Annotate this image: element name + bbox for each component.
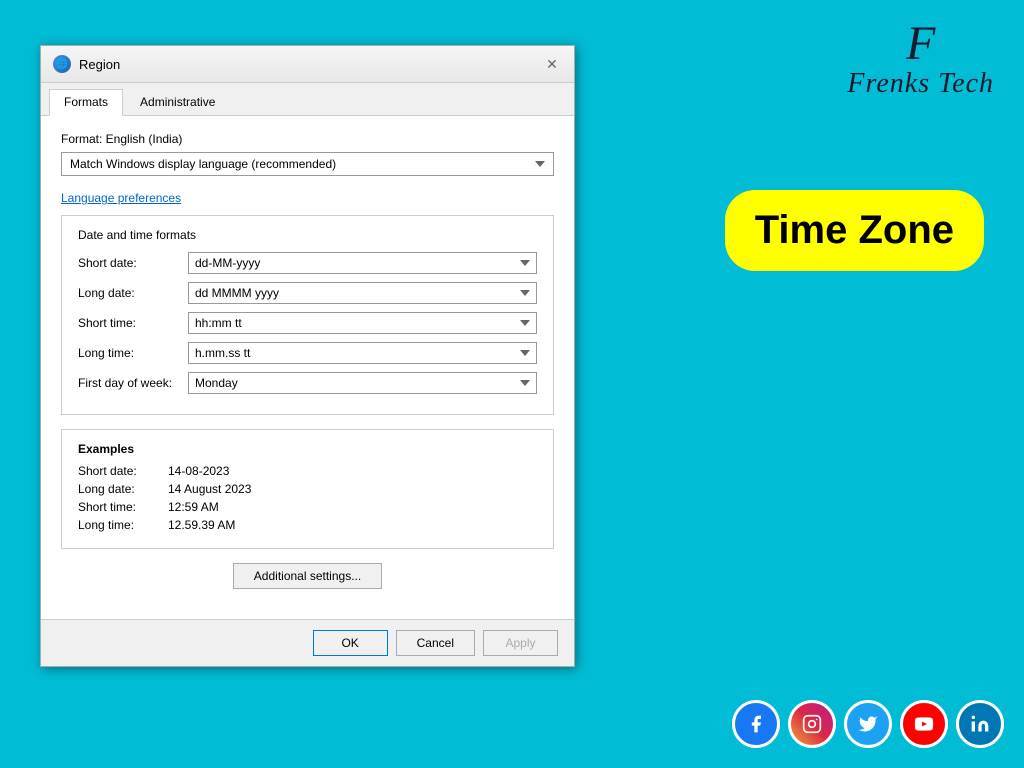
example-long-date: Long date: 14 August 2023 bbox=[78, 482, 537, 496]
examples-section: Examples Short date: 14-08-2023 Long dat… bbox=[61, 429, 554, 549]
additional-settings-button[interactable]: Additional settings... bbox=[233, 563, 382, 589]
long-date-label: Long date: bbox=[78, 286, 188, 300]
cancel-button[interactable]: Cancel bbox=[396, 630, 475, 656]
dialog-icon: 🌐 bbox=[53, 55, 71, 73]
example-short-time-label: Short time: bbox=[78, 500, 168, 514]
title-bar-left: 🌐 Region bbox=[53, 55, 120, 73]
linkedin-icon[interactable] bbox=[956, 700, 1004, 748]
facebook-icon[interactable] bbox=[732, 700, 780, 748]
first-day-dropdown[interactable]: Monday bbox=[188, 372, 537, 394]
title-bar: 🌐 Region ✕ bbox=[41, 46, 574, 83]
branding-container: F Frenks Tech bbox=[847, 20, 994, 100]
tab-formats[interactable]: Formats bbox=[49, 89, 123, 116]
dialog-title: Region bbox=[79, 57, 120, 72]
tabs-container: Formats Administrative bbox=[41, 83, 574, 116]
short-date-label: Short date: bbox=[78, 256, 188, 270]
date-time-section-title: Date and time formats bbox=[78, 228, 537, 242]
example-short-time-value: 12:59 AM bbox=[168, 500, 219, 514]
short-date-dropdown[interactable]: dd-MM-yyyy bbox=[188, 252, 537, 274]
long-time-dropdown[interactable]: h.mm.ss tt bbox=[188, 342, 537, 364]
language-preferences-link[interactable]: Language preferences bbox=[61, 191, 181, 205]
dialog-footer: OK Cancel Apply bbox=[41, 619, 574, 666]
example-short-date-label: Short date: bbox=[78, 464, 168, 478]
twitter-icon[interactable] bbox=[844, 700, 892, 748]
ok-button[interactable]: OK bbox=[313, 630, 388, 656]
timezone-badge: Time Zone bbox=[725, 190, 984, 271]
example-long-time: Long time: 12.59.39 AM bbox=[78, 518, 537, 532]
examples-title: Examples bbox=[78, 442, 537, 456]
region-dialog: 🌐 Region ✕ Formats Administrative Format… bbox=[40, 45, 575, 667]
long-date-row: Long date: dd MMMM yyyy bbox=[78, 282, 537, 304]
example-long-date-label: Long date: bbox=[78, 482, 168, 496]
example-long-date-value: 14 August 2023 bbox=[168, 482, 251, 496]
date-time-formats-section: Date and time formats Short date: dd-MM-… bbox=[61, 215, 554, 415]
example-long-time-label: Long time: bbox=[78, 518, 168, 532]
branding-f-letter: F bbox=[847, 20, 994, 68]
long-time-label: Long time: bbox=[78, 346, 188, 360]
tab-administrative[interactable]: Administrative bbox=[125, 89, 230, 115]
example-short-date-value: 14-08-2023 bbox=[168, 464, 229, 478]
example-long-time-value: 12.59.39 AM bbox=[168, 518, 235, 532]
long-time-row: Long time: h.mm.ss tt bbox=[78, 342, 537, 364]
long-date-dropdown[interactable]: dd MMMM yyyy bbox=[188, 282, 537, 304]
short-time-dropdown[interactable]: hh:mm tt bbox=[188, 312, 537, 334]
social-icons-container bbox=[732, 700, 1004, 748]
short-time-label: Short time: bbox=[78, 316, 188, 330]
branding-name: Frenks Tech bbox=[847, 68, 994, 100]
format-dropdown[interactable]: Match Windows display language (recommen… bbox=[61, 152, 554, 176]
youtube-icon[interactable] bbox=[900, 700, 948, 748]
apply-button[interactable]: Apply bbox=[483, 630, 558, 656]
first-day-label: First day of week: bbox=[78, 376, 188, 390]
dialog-content: Format: English (India) Match Windows di… bbox=[41, 116, 574, 619]
close-button[interactable]: ✕ bbox=[542, 54, 562, 74]
instagram-icon[interactable] bbox=[788, 700, 836, 748]
short-date-row: Short date: dd-MM-yyyy bbox=[78, 252, 537, 274]
first-day-row: First day of week: Monday bbox=[78, 372, 537, 394]
example-short-date: Short date: 14-08-2023 bbox=[78, 464, 537, 478]
short-time-row: Short time: hh:mm tt bbox=[78, 312, 537, 334]
example-short-time: Short time: 12:59 AM bbox=[78, 500, 537, 514]
format-label: Format: English (India) bbox=[61, 132, 554, 146]
format-section: Format: English (India) Match Windows di… bbox=[61, 132, 554, 176]
